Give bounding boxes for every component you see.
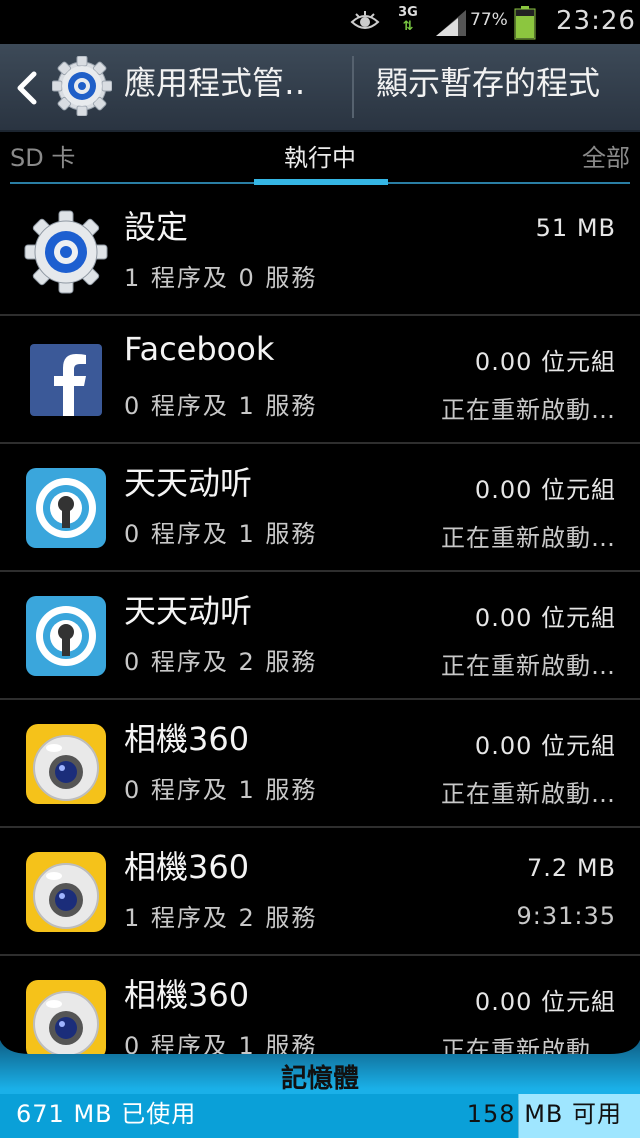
signal-strength-icon [436, 10, 466, 36]
list-item[interactable]: 相機360 1 程序及 2 服務 7.2 MB 9:31:35 [0, 828, 640, 956]
app-name: Facebook [124, 330, 275, 368]
ttpod-icon [26, 596, 106, 676]
app-memory-size: 0.00 位元組 [474, 348, 616, 376]
list-item[interactable]: 相機360 0 程序及 1 服務 0.00 位元組 正在重新啟動… [0, 700, 640, 828]
page-title[interactable]: 應用程式管‥ [124, 58, 305, 104]
memory-title: 記憶體 [280, 1064, 359, 1094]
app-name: 設定 [124, 208, 189, 246]
camera360-icon [26, 852, 106, 932]
camera360-icon [26, 724, 106, 804]
facebook-icon [30, 344, 102, 416]
app-status: 正在重新啟動… [441, 780, 616, 808]
settings-gear-icon [24, 210, 108, 294]
battery-percent: 77% [470, 10, 508, 30]
app-process-count: 1 程序及 2 服務 [124, 904, 318, 932]
app-memory-size: 51 MB [535, 214, 616, 242]
tab-bar: SD 卡 執行中 全部 [0, 132, 640, 188]
ttpod-icon [26, 468, 106, 548]
app-memory-size: 0.00 位元組 [474, 988, 616, 1016]
network-type-indicator: 3G ⇅ [396, 6, 420, 40]
app-name: 相機360 [124, 976, 250, 1014]
app-memory-size: 0.00 位元組 [474, 476, 616, 504]
data-transfer-icon: ⇅ [402, 19, 414, 34]
app-process-count: 0 程序及 1 服務 [124, 776, 318, 804]
app-memory-size: 0.00 位元組 [474, 604, 616, 632]
app-name: 天天动听 [124, 592, 253, 630]
tab-sd-card[interactable]: SD 卡 [10, 138, 75, 173]
app-process-count: 0 程序及 1 服務 [124, 392, 318, 420]
smart-stay-eye-icon [350, 11, 380, 29]
app-name: 相機360 [124, 720, 250, 758]
app-status: 正在重新啟動… [441, 396, 616, 424]
memory-free-label: 158 MB 可用 [466, 1100, 622, 1128]
app-memory-size: 0.00 位元組 [474, 732, 616, 760]
list-item[interactable]: Facebook 0 程序及 1 服務 0.00 位元組 正在重新啟動… [0, 316, 640, 444]
app-process-count: 0 程序及 1 服務 [124, 520, 318, 548]
tab-running[interactable]: 執行中 [284, 138, 356, 173]
list-item[interactable]: 設定 1 程序及 0 服務 51 MB [0, 188, 640, 316]
action-bar: 應用程式管‥ 顯示暫存的程式 [0, 44, 640, 132]
tab-all[interactable]: 全部 [582, 138, 630, 173]
clock: 23:26 [556, 6, 636, 36]
action-divider [352, 56, 354, 118]
show-cached-processes-button[interactable]: 顯示暫存的程式 [376, 58, 600, 104]
app-process-count: 0 程序及 2 服務 [124, 648, 318, 676]
back-arrow-icon[interactable] [12, 68, 40, 108]
running-apps-list: 設定 1 程序及 0 服務 51 MB Facebook 0 程序及 1 服務 … [0, 188, 640, 1084]
app-status: 正在重新啟動… [441, 524, 616, 552]
settings-gear-icon[interactable] [52, 56, 112, 116]
battery-icon [514, 6, 536, 40]
list-item[interactable]: 天天动听 0 程序及 2 服務 0.00 位元組 正在重新啟動… [0, 572, 640, 700]
app-status: 正在重新啟動… [441, 652, 616, 680]
app-memory-size: 7.2 MB [527, 854, 616, 882]
app-name: 相機360 [124, 848, 250, 886]
network-type-label: 3G [398, 5, 418, 20]
active-tab-indicator [254, 179, 388, 185]
app-name: 天天动听 [124, 464, 253, 502]
app-process-count: 1 程序及 0 服務 [124, 264, 318, 292]
status-bar: 3G ⇅ 77% 23:26 [0, 0, 640, 44]
memory-used-label: 671 MB 已使用 [16, 1100, 197, 1128]
list-item[interactable]: 天天动听 0 程序及 1 服務 0.00 位元組 正在重新啟動… [0, 444, 640, 572]
app-status: 9:31:35 [516, 902, 616, 930]
